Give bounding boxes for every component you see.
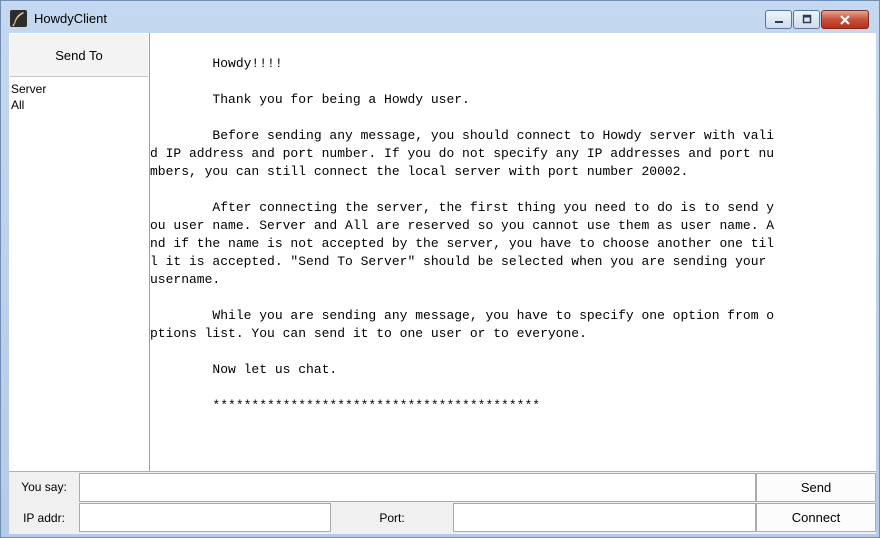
you-say-label: You say:: [21, 480, 67, 494]
send-button[interactable]: Send: [756, 473, 876, 502]
app-window: HowdyClient Send To Server All Howdy!!!!…: [0, 0, 880, 538]
recipient-item-all[interactable]: All: [11, 97, 147, 113]
ip-address-input[interactable]: [79, 503, 331, 532]
client-area: Send To Server All Howdy!!!! Thank you f…: [9, 33, 876, 534]
close-icon: [822, 11, 868, 28]
minimize-button[interactable]: [765, 10, 792, 29]
maximize-button[interactable]: [793, 10, 820, 29]
recipient-panel: Send To Server All: [9, 33, 150, 471]
connect-button[interactable]: Connect: [756, 503, 876, 532]
maximize-icon: [794, 11, 819, 28]
port-input[interactable]: [453, 503, 756, 532]
message-input[interactable]: [79, 473, 756, 502]
title-bar[interactable]: HowdyClient: [1, 1, 879, 33]
message-text: Howdy!!!! Thank you for being a Howdy us…: [150, 56, 775, 413]
close-button[interactable]: [821, 10, 869, 29]
recipient-list[interactable]: Server All: [11, 81, 147, 113]
quill-icon: [10, 10, 27, 27]
recipient-item-server[interactable]: Server: [11, 81, 147, 97]
ip-label: IP addr:: [23, 511, 65, 525]
minimize-icon: [766, 11, 791, 28]
port-label: Port:: [379, 511, 405, 525]
window-title: HowdyClient: [34, 11, 107, 26]
input-bar: You say: Send IP addr: Port: Connect: [9, 471, 876, 534]
send-to-header: Send To: [10, 34, 148, 77]
message-area[interactable]: Howdy!!!! Thank you for being a Howdy us…: [150, 34, 876, 470]
